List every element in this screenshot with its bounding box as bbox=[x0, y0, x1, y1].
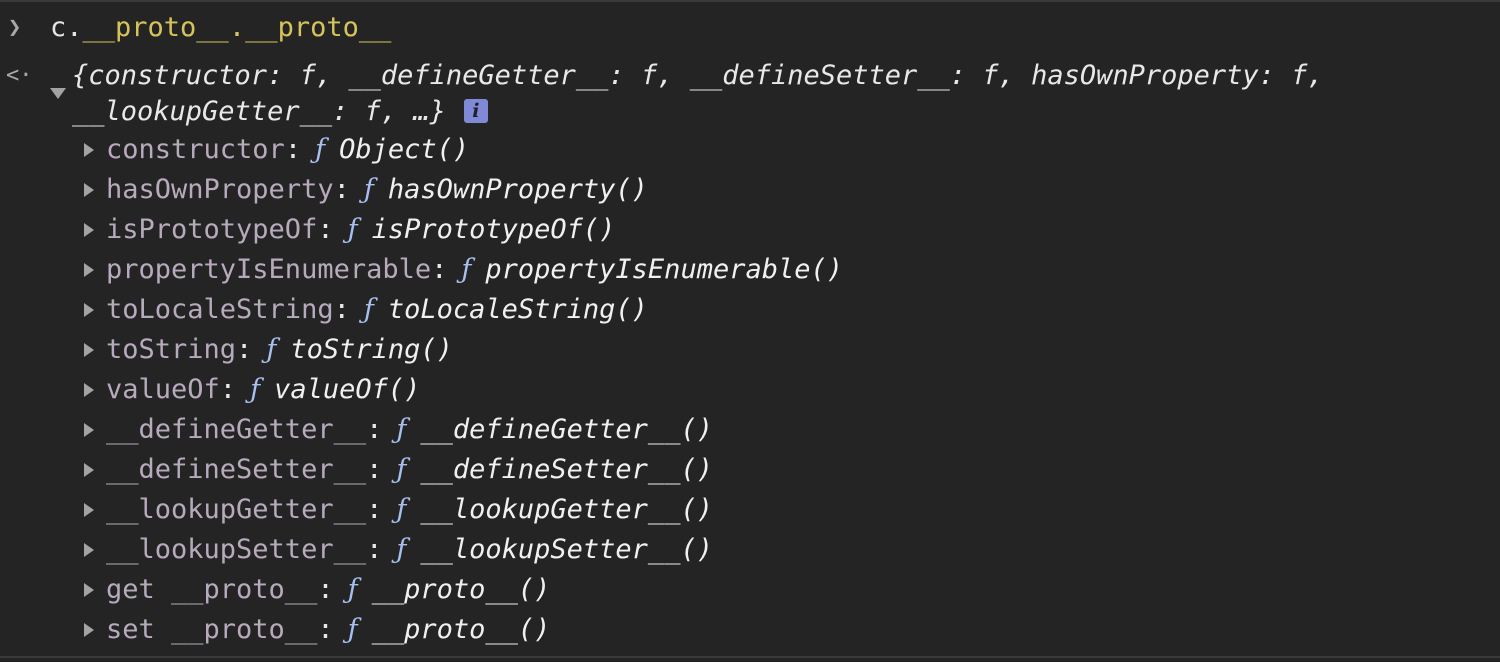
property-name: toLocaleString bbox=[106, 294, 334, 325]
property-colon: : bbox=[431, 254, 448, 285]
expand-triangle-right-icon[interactable] bbox=[84, 503, 94, 517]
property-colon: : bbox=[333, 294, 350, 325]
property-colon: : bbox=[333, 174, 350, 205]
property-name: __defineSetter__ bbox=[106, 454, 367, 485]
property-value[interactable]: hasOwnProperty() bbox=[388, 174, 648, 205]
property-value[interactable]: __lookupGetter__() bbox=[420, 494, 713, 525]
property-name: __lookupSetter__ bbox=[106, 534, 367, 565]
property-name: get __proto__ bbox=[106, 574, 318, 605]
console-expression[interactable]: c.__proto__.__proto__ bbox=[50, 8, 391, 48]
property-entry: __defineGetter__: ƒ __defineGetter__() bbox=[106, 410, 713, 450]
function-symbol-icon: ƒ bbox=[363, 174, 374, 205]
property-value[interactable]: __defineGetter__() bbox=[420, 414, 713, 445]
property-colon: : bbox=[366, 534, 383, 565]
function-symbol-icon: ƒ bbox=[315, 134, 326, 165]
property-name: __defineGetter__ bbox=[106, 414, 367, 445]
function-symbol-icon: ƒ bbox=[363, 294, 374, 325]
property-colon: : bbox=[366, 414, 383, 445]
property-value[interactable]: Object() bbox=[339, 134, 469, 165]
function-symbol-icon: ƒ bbox=[347, 614, 358, 645]
expand-triangle-right-icon[interactable] bbox=[84, 423, 94, 437]
function-symbol-icon: ƒ bbox=[396, 454, 407, 485]
top-divider bbox=[0, 0, 1500, 2]
property-name: propertyIsEnumerable bbox=[106, 254, 432, 285]
function-symbol-icon: ƒ bbox=[396, 534, 407, 565]
property-entry: get __proto__: ƒ __proto__() bbox=[106, 570, 550, 610]
property-value[interactable]: propertyIsEnumerable() bbox=[485, 254, 843, 285]
expand-triangle-right-icon[interactable] bbox=[84, 223, 94, 237]
expression-prefix: c. bbox=[50, 12, 83, 43]
expand-triangle-down-icon[interactable] bbox=[50, 88, 66, 99]
expand-triangle-right-icon[interactable] bbox=[84, 183, 94, 197]
function-symbol-icon: ƒ bbox=[396, 494, 407, 525]
property-value[interactable]: toString() bbox=[290, 334, 453, 365]
chevron-right-icon: ❯ bbox=[8, 15, 22, 40]
property-value[interactable]: __lookupSetter__() bbox=[420, 534, 713, 565]
function-symbol-icon: ƒ bbox=[266, 334, 277, 365]
expand-triangle-right-icon[interactable] bbox=[84, 263, 94, 277]
expand-triangle-right-icon[interactable] bbox=[84, 343, 94, 357]
function-symbol-icon: ƒ bbox=[347, 214, 358, 245]
property-value[interactable]: toLocaleString() bbox=[388, 294, 648, 325]
function-symbol-icon: ƒ bbox=[461, 254, 472, 285]
result-arrow-icon: <· bbox=[6, 63, 33, 88]
property-entry: propertyIsEnumerable: ƒ propertyIsEnumerab… bbox=[106, 250, 843, 290]
property-value[interactable]: __proto__() bbox=[372, 574, 551, 605]
property-colon: : bbox=[284, 134, 302, 165]
property-entry: constructor: ƒ Object() bbox=[106, 130, 469, 170]
property-entry: __defineSetter__: ƒ __defineSetter__() bbox=[106, 450, 713, 490]
property-value[interactable]: valueOf() bbox=[274, 374, 420, 405]
property-colon: : bbox=[366, 494, 383, 525]
property-value[interactable]: __defineSetter__() bbox=[420, 454, 713, 485]
info-icon[interactable]: i bbox=[463, 99, 488, 123]
property-colon: : bbox=[317, 574, 334, 605]
property-entry: set __proto__: ƒ __proto__() bbox=[106, 610, 550, 650]
property-colon: : bbox=[236, 334, 253, 365]
expand-triangle-right-icon[interactable] bbox=[84, 143, 94, 157]
property-entry: __lookupGetter__: ƒ __lookupGetter__() bbox=[106, 490, 713, 530]
function-symbol-icon: ƒ bbox=[347, 574, 358, 605]
property-name: constructor bbox=[106, 134, 285, 165]
property-colon: : bbox=[317, 214, 334, 245]
expression-proto-chain: __proto__.__proto__ bbox=[82, 12, 392, 43]
expand-triangle-right-icon[interactable] bbox=[84, 463, 94, 477]
function-symbol-icon: ƒ bbox=[396, 414, 407, 445]
property-colon: : bbox=[219, 374, 237, 405]
result-summary-line1: {constructor: f, __defineGetter__: f, __… bbox=[72, 60, 1324, 91]
property-entry: hasOwnProperty: ƒ hasOwnProperty() bbox=[106, 170, 648, 210]
property-colon: : bbox=[366, 454, 383, 485]
property-value[interactable]: __proto__() bbox=[372, 614, 551, 645]
property-colon: : bbox=[317, 614, 334, 645]
property-name: set __proto__ bbox=[106, 614, 318, 645]
expand-triangle-right-icon[interactable] bbox=[84, 623, 94, 637]
property-name: valueOf bbox=[106, 374, 220, 405]
property-name: toString bbox=[106, 334, 237, 365]
property-entry: toLocaleString: ƒ toLocaleString() bbox=[106, 290, 648, 330]
property-entry: toString: ƒ toString() bbox=[106, 330, 453, 370]
bottom-divider bbox=[0, 656, 1500, 658]
expand-triangle-right-icon[interactable] bbox=[84, 303, 94, 317]
expand-triangle-right-icon[interactable] bbox=[84, 383, 94, 397]
property-entry: isPrototypeOf: ƒ isPrototypeOf() bbox=[106, 210, 615, 250]
property-name: isPrototypeOf bbox=[106, 214, 318, 245]
expand-triangle-right-icon[interactable] bbox=[84, 583, 94, 597]
property-entry: __lookupSetter__: ƒ __lookupSetter__() bbox=[106, 530, 713, 570]
function-symbol-icon: ƒ bbox=[250, 374, 261, 405]
result-summary-line2: __lookupGetter__: f, …} i bbox=[72, 92, 488, 132]
property-name: __lookupGetter__ bbox=[106, 494, 367, 525]
expand-triangle-right-icon[interactable] bbox=[84, 543, 94, 557]
result-summary-text: __lookupGetter__: f, …} bbox=[72, 96, 446, 127]
property-value[interactable]: isPrototypeOf() bbox=[372, 214, 616, 245]
property-name: hasOwnProperty bbox=[106, 174, 334, 205]
property-entry: valueOf: ƒ valueOf() bbox=[106, 370, 420, 410]
